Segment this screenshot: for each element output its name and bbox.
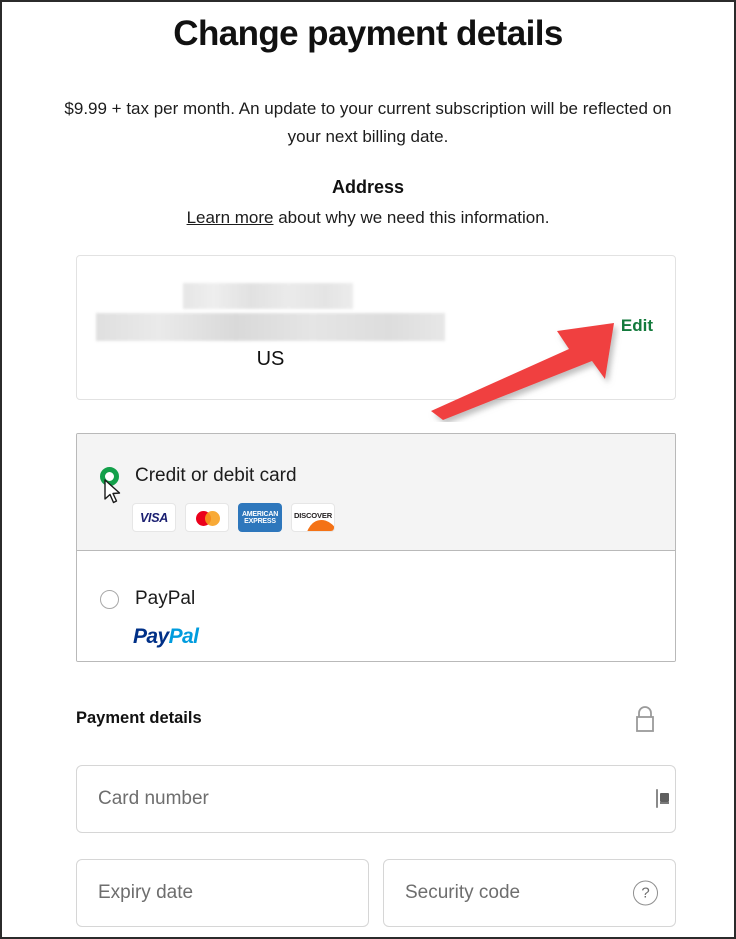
payment-details-heading: Payment details [76, 709, 202, 727]
paypal-logo-pal: Pal [168, 625, 199, 648]
page-subtitle: $9.99 + tax per month. An update to your… [64, 99, 672, 146]
paypal-label: PayPal [135, 588, 196, 609]
credit-or-debit-card-radio[interactable] [100, 467, 119, 486]
security-code-input[interactable]: Security code ? [383, 859, 676, 927]
address-card: US Edit [76, 255, 676, 400]
paypal-radio[interactable] [100, 590, 119, 609]
payment-method-option-card[interactable]: Credit or debit card VISA AMERICAN EXPRE… [77, 434, 675, 551]
payment-method-group: Credit or debit card VISA AMERICAN EXPRE… [76, 433, 676, 662]
card-number-placeholder: Card number [98, 788, 209, 809]
learn-more-link[interactable]: Learn more [187, 208, 274, 227]
mastercard-logo [185, 503, 229, 532]
discover-logo: DISCOVER [291, 503, 335, 532]
scan-card-icon[interactable] [656, 789, 658, 808]
edit-address-link[interactable]: Edit [621, 316, 653, 336]
visa-logo-text: VISA [140, 510, 168, 525]
redacted-address-line-1 [183, 283, 353, 309]
amex-logo-line1: AMERICAN [241, 510, 279, 518]
payment-method-option-paypal[interactable]: PayPal PayPal [77, 551, 675, 661]
discover-logo-text: DISCOVER [293, 511, 333, 520]
expiry-date-input[interactable]: Expiry date [76, 859, 369, 927]
learn-more-line: Learn more about why we need this inform… [2, 208, 734, 228]
amex-logo-line2: EXPRESS [244, 518, 276, 526]
paypal-logo-pay: Pay [133, 625, 169, 648]
help-circle-icon[interactable]: ? [633, 880, 658, 906]
lock-icon [636, 706, 654, 732]
mastercard-right-circle [205, 511, 220, 526]
expiry-date-placeholder: Expiry date [98, 882, 194, 903]
learn-more-rest-text: about why we need this information. [273, 208, 550, 227]
address-country: US [256, 348, 285, 370]
amex-logo: AMERICAN EXPRESS [238, 503, 282, 532]
page-title: Change payment details [173, 14, 563, 53]
paypal-logo: PayPal [133, 625, 199, 649]
screenshot-root: Change payment details $9.99 + tax per m… [0, 0, 736, 939]
help-circle-glyph: ? [633, 880, 658, 906]
address-section-heading: Address [331, 177, 405, 197]
security-code-placeholder: Security code [405, 882, 521, 903]
visa-logo: VISA [132, 503, 176, 532]
redacted-address-line-2 [96, 313, 445, 341]
card-brand-logos: VISA AMERICAN EXPRESS DISCOVER [132, 503, 335, 532]
credit-or-debit-card-label: Credit or debit card [135, 465, 297, 486]
card-number-input[interactable]: Card number [76, 765, 676, 833]
change-payment-details-page: Change payment details $9.99 + tax per m… [2, 2, 734, 937]
